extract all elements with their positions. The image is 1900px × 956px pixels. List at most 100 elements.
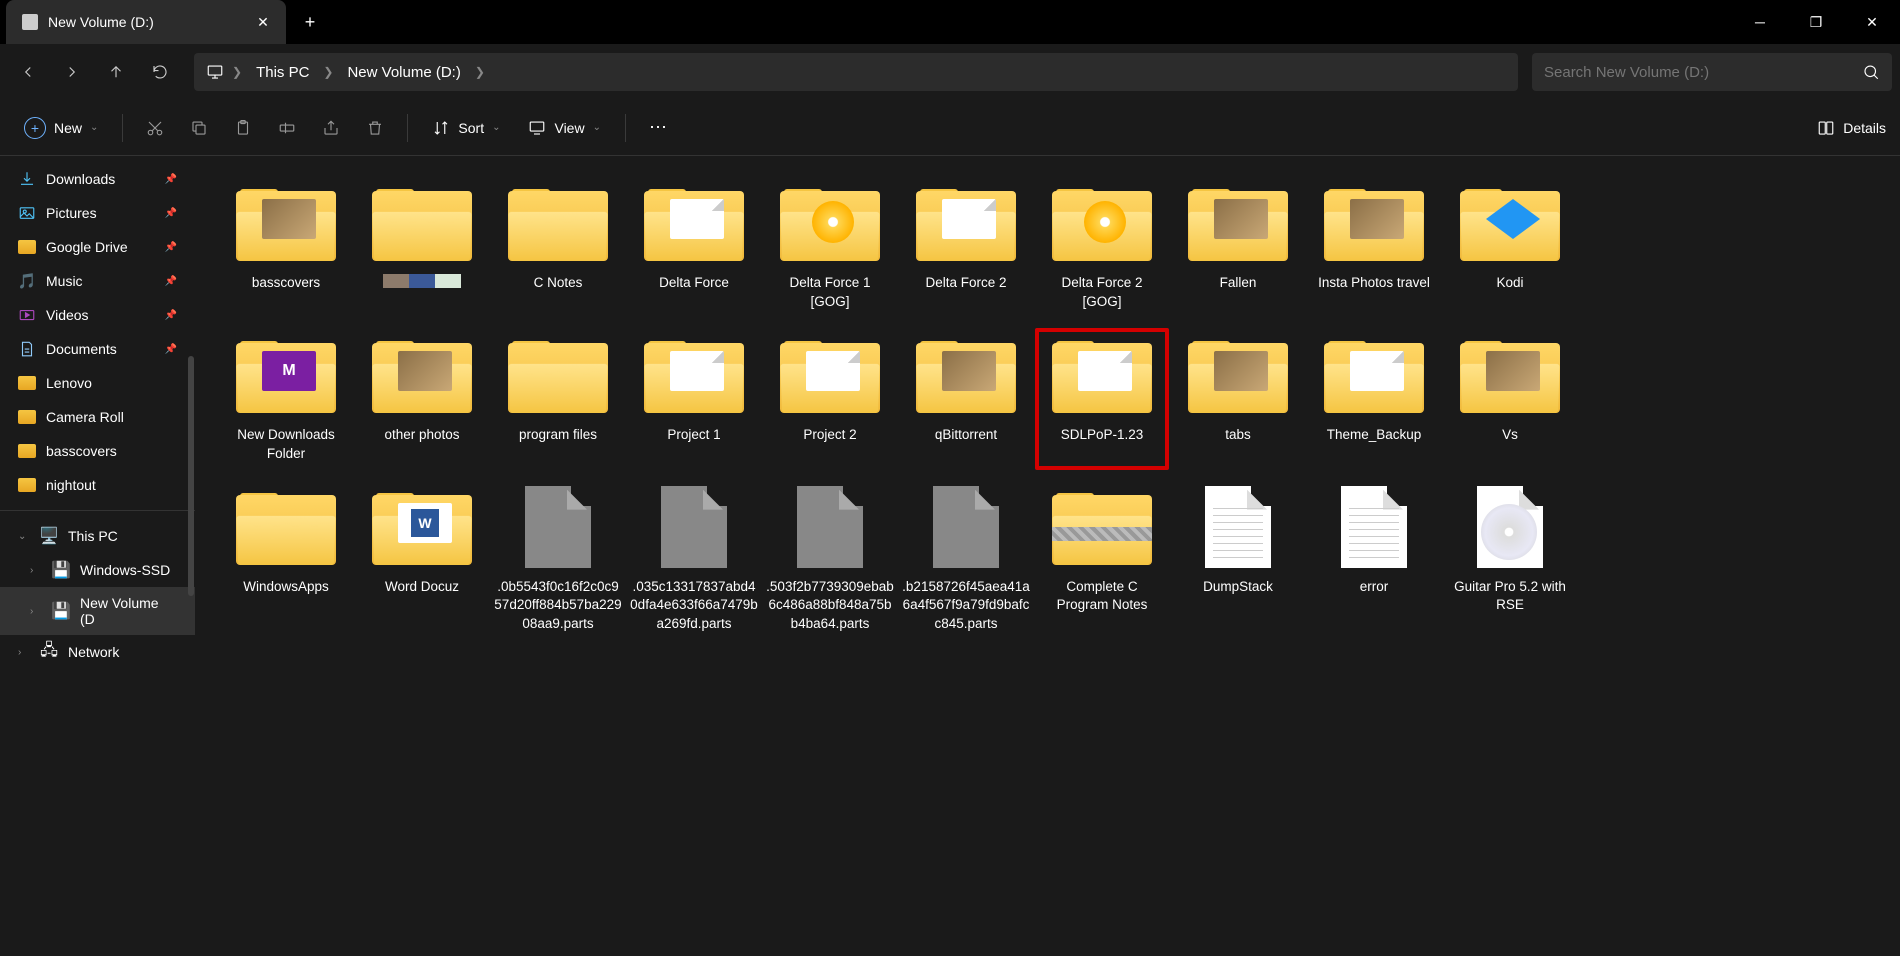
refresh-button[interactable] [140,52,180,92]
plus-circle-icon: + [24,117,46,139]
window-tab[interactable]: New Volume (D:) ✕ [6,0,286,44]
sidebar-item[interactable]: Downloads 📌 [0,162,195,196]
folder-item[interactable]: Complete C Program Notes [1035,480,1169,641]
sidebar-item[interactable]: Pictures 📌 [0,196,195,230]
sidebar-this-pc[interactable]: ⌄ 🖥️ This PC [0,519,195,553]
minimize-button[interactable]: ─ [1732,0,1788,44]
close-window-button[interactable]: ✕ [1844,0,1900,44]
close-tab-button[interactable]: ✕ [256,15,270,29]
more-button[interactable]: ⋯ [640,110,676,146]
sidebar-drive-ssd[interactable]: › 💾 Windows-SSD [0,553,195,587]
item-label: program files [519,426,597,445]
folder-item[interactable]: basscovers [219,176,353,318]
sidebar-item-label: Downloads [46,171,115,187]
item-label: tabs [1225,426,1251,445]
item-thumbnail [1184,486,1292,568]
sort-button[interactable]: Sort ⌄ [422,113,510,143]
search-bar[interactable] [1532,53,1892,91]
monitor-icon [206,63,224,81]
sidebar-item[interactable]: 🎵 Music 📌 [0,264,195,298]
separator [122,114,123,142]
sidebar-item[interactable]: Google Drive 📌 [0,230,195,264]
item-thumbnail [1184,334,1292,416]
folder-item[interactable]: Fallen [1171,176,1305,318]
sidebar-item[interactable]: Videos 📌 [0,298,195,332]
back-button[interactable] [8,52,48,92]
folder-item[interactable]: other photos [355,328,489,470]
file-item[interactable]: .b2158726f45aea41a6a4f567f9a79fd9bafcc84… [899,480,1033,641]
cut-button[interactable] [137,110,173,146]
delete-button[interactable] [357,110,393,146]
item-thumbnail: M [232,334,340,416]
item-thumbnail [912,334,1020,416]
folder-item[interactable]: Delta Force 2 [GOG] [1035,176,1169,318]
expand-icon[interactable]: ⌄ [18,531,30,542]
search-input[interactable] [1544,64,1862,81]
item-label: basscovers [252,274,320,293]
folder-item[interactable]: WWord Docuz [355,480,489,641]
sidebar-item[interactable]: basscovers [0,434,195,468]
folder-item[interactable]: MNew Downloads Folder [219,328,353,470]
address-bar[interactable]: ❯ This PC ❯ New Volume (D:) ❯ [194,53,1518,91]
maximize-button[interactable]: ❐ [1788,0,1844,44]
breadcrumb-this-pc[interactable]: This PC [250,60,315,85]
folder-item[interactable]: WindowsApps [219,480,353,641]
expand-icon[interactable]: › [30,606,42,617]
file-item[interactable]: DumpStack [1171,480,1305,641]
sidebar-item[interactable]: nightout [0,468,195,502]
item-label: DumpStack [1203,578,1273,597]
folder-icon [18,408,36,426]
folder-item[interactable]: Insta Photos travel [1307,176,1441,318]
rename-button[interactable] [269,110,305,146]
copy-button[interactable] [181,110,217,146]
folder-item[interactable]: Delta Force 2 [899,176,1033,318]
folder-item[interactable]: Kodi [1443,176,1577,318]
item-thumbnail [504,334,612,416]
file-item[interactable]: Guitar Pro 5.2 with RSE [1443,480,1577,641]
folder-item[interactable]: SDLPoP-1.23 [1035,328,1169,470]
sidebar-item[interactable]: Lenovo [0,366,195,400]
chevron-right-icon[interactable]: ❯ [475,65,485,79]
view-button[interactable]: View ⌄ [518,113,610,143]
file-item[interactable]: error [1307,480,1441,641]
folder-item[interactable]: Project 1 [627,328,761,470]
chevron-right-icon[interactable]: ❯ [323,65,333,79]
item-label: Vs [1502,426,1518,445]
details-button[interactable]: Details [1817,119,1886,137]
sidebar-item-label: nightout [46,477,96,493]
up-button[interactable] [96,52,136,92]
chevron-right-icon[interactable]: ❯ [232,65,242,79]
expand-icon[interactable]: › [30,565,42,576]
folder-item[interactable]: Theme_Backup [1307,328,1441,470]
item-thumbnail [776,486,884,568]
file-item[interactable]: .0b5543f0c16f2c0c957d20ff884b57ba22908aa… [491,480,625,641]
folder-item[interactable]: tabs [1171,328,1305,470]
sidebar-network[interactable]: › 🖧 Network [0,635,195,669]
sidebar-item-label: Lenovo [46,375,92,391]
sidebar-drive-d[interactable]: › 💾 New Volume (D [0,587,195,635]
sidebar-item[interactable]: Camera Roll [0,400,195,434]
paste-button[interactable] [225,110,261,146]
folder-item[interactable]: Project 2 [763,328,897,470]
file-item[interactable]: .503f2b7739309ebab6c486a88bf848a75bb4ba6… [763,480,897,641]
network-icon: 🖧 [40,643,58,661]
folder-item[interactable]: C Notes [491,176,625,318]
folder-item[interactable]: Delta Force [627,176,761,318]
new-button[interactable]: + New ⌄ [14,111,108,145]
title-bar: New Volume (D:) ✕ + ─ ❐ ✕ [0,0,1900,44]
folder-item[interactable]: Delta Force 1 [GOG] [763,176,897,318]
folder-item[interactable]: qBittorrent [899,328,1033,470]
breadcrumb-volume[interactable]: New Volume (D:) [341,60,466,85]
share-button[interactable] [313,110,349,146]
scrollbar[interactable] [188,356,194,596]
sidebar: Downloads 📌 Pictures 📌 Google Drive 📌🎵 M… [0,156,195,956]
forward-button[interactable] [52,52,92,92]
folder-item[interactable]: Vs [1443,328,1577,470]
folder-item[interactable] [355,176,489,318]
chevron-down-icon: ⌄ [593,122,601,133]
expand-icon[interactable]: › [18,647,30,658]
sidebar-item[interactable]: Documents 📌 [0,332,195,366]
new-tab-button[interactable]: + [292,4,328,40]
file-item[interactable]: .035c13317837abd40dfa4e633f66a7479ba269f… [627,480,761,641]
folder-item[interactable]: program files [491,328,625,470]
